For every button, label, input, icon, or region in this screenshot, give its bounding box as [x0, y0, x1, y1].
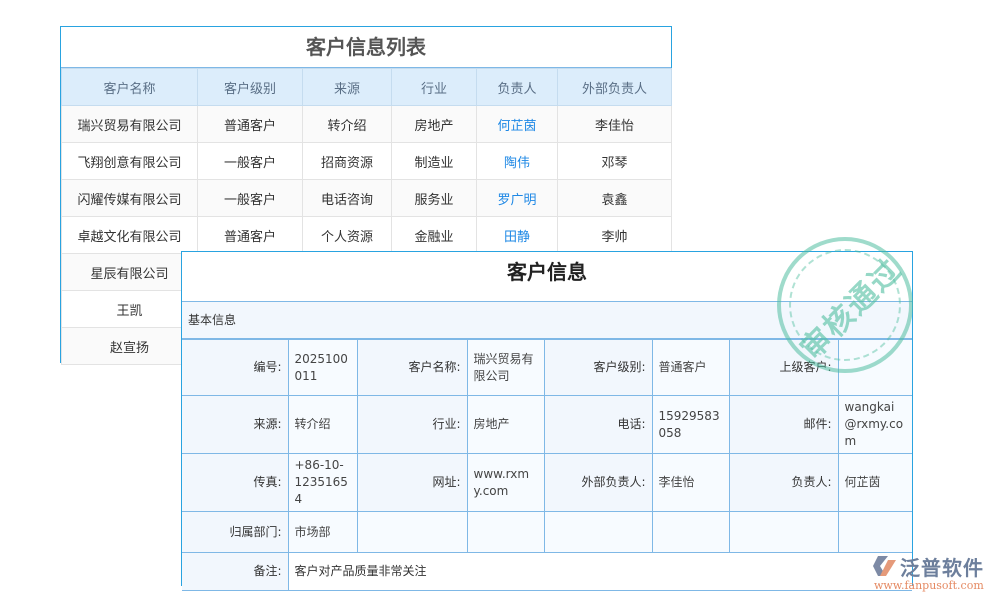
cell-external-owner: 袁鑫	[558, 180, 672, 217]
col-header-external-owner[interactable]: 外部负责人	[558, 69, 672, 106]
cell-industry: 金融业	[392, 217, 477, 254]
label-owner: 负责人:	[729, 454, 838, 512]
value-level: 普通客户	[652, 340, 729, 396]
logo-url: www.fanpusoft.com	[874, 579, 984, 592]
label-dept: 归属部门:	[182, 512, 288, 553]
cell-name: 飞翔创意有限公司	[62, 143, 198, 180]
table-row[interactable]: 瑞兴贸易有限公司普通客户转介绍房地产何芷茵李佳怡	[62, 106, 672, 143]
col-header-source[interactable]: 来源	[303, 69, 392, 106]
cell-external-owner: 李帅	[558, 217, 672, 254]
cell-industry: 制造业	[392, 143, 477, 180]
col-header-name[interactable]: 客户名称	[62, 69, 198, 106]
table-row[interactable]: 飞翔创意有限公司一般客户招商资源制造业陶伟邓琴	[62, 143, 672, 180]
col-header-level[interactable]: 客户级别	[198, 69, 303, 106]
logo-name: 泛普软件	[900, 552, 984, 581]
cell-level: 普通客户	[198, 106, 303, 143]
value-owner: 何芷茵	[838, 454, 912, 512]
cell-name: 王凯	[62, 291, 198, 328]
col-header-owner[interactable]: 负责人	[477, 69, 558, 106]
cell-name: 闪耀传媒有限公司	[62, 180, 198, 217]
label-website: 网址:	[357, 454, 467, 512]
logo-mark-icon	[872, 554, 898, 578]
cell-industry: 房地产	[392, 106, 477, 143]
value-industry: 房地产	[467, 396, 544, 454]
brand-logo: 泛普软件 www.fanpusoft.com	[870, 552, 995, 597]
cell-source: 电话咨询	[303, 180, 392, 217]
value-email: wangkai@rxmy.com	[838, 396, 912, 454]
value-source: 转介绍	[288, 396, 357, 454]
cell-owner-link[interactable]: 罗广明	[477, 180, 558, 217]
value-name: 瑞兴贸易有限公司	[467, 340, 544, 396]
label-source: 来源:	[182, 396, 288, 454]
label-industry: 行业:	[357, 396, 467, 454]
cell-source: 转介绍	[303, 106, 392, 143]
list-title: 客户信息列表	[61, 27, 671, 68]
section-basic-info: 基本信息	[182, 302, 912, 339]
label-name: 客户名称:	[357, 340, 467, 396]
cell-owner-link[interactable]: 田静	[477, 217, 558, 254]
value-dept: 市场部	[288, 512, 357, 553]
value-parent	[838, 340, 912, 396]
label-external-owner: 外部负责人:	[544, 454, 652, 512]
value-external-owner: 李佳怡	[652, 454, 729, 512]
cell-level: 普通客户	[198, 217, 303, 254]
cell-name: 赵宣扬	[62, 328, 198, 365]
customer-detail-panel: 客户信息 基本信息 编号: 2025100011 客户名称: 瑞兴贸易有限公司 …	[181, 251, 913, 586]
cell-external-owner: 李佳怡	[558, 106, 672, 143]
cell-name: 卓越文化有限公司	[62, 217, 198, 254]
value-code: 2025100011	[288, 340, 357, 396]
label-phone: 电话:	[544, 396, 652, 454]
detail-title: 客户信息	[182, 252, 912, 302]
label-level: 客户级别:	[544, 340, 652, 396]
cell-external-owner: 邓琴	[558, 143, 672, 180]
cell-name: 星辰有限公司	[62, 254, 198, 291]
cell-level: 一般客户	[198, 180, 303, 217]
cell-owner-link[interactable]: 陶伟	[477, 143, 558, 180]
value-remark: 客户对产品质量非常关注	[288, 553, 912, 591]
label-parent: 上级客户:	[729, 340, 838, 396]
value-fax: +86-10-12351654	[288, 454, 357, 512]
cell-source: 招商资源	[303, 143, 392, 180]
col-header-industry[interactable]: 行业	[392, 69, 477, 106]
cell-industry: 服务业	[392, 180, 477, 217]
cell-name: 瑞兴贸易有限公司	[62, 106, 198, 143]
value-phone: 15929583058	[652, 396, 729, 454]
value-website: www.rxmy.com	[467, 454, 544, 512]
cell-source: 个人资源	[303, 217, 392, 254]
label-remark: 备注:	[182, 553, 288, 591]
table-row[interactable]: 卓越文化有限公司普通客户个人资源金融业田静李帅	[62, 217, 672, 254]
label-code: 编号:	[182, 340, 288, 396]
label-email: 邮件:	[729, 396, 838, 454]
label-fax: 传真:	[182, 454, 288, 512]
cell-level: 一般客户	[198, 143, 303, 180]
detail-form: 编号: 2025100011 客户名称: 瑞兴贸易有限公司 客户级别: 普通客户…	[182, 339, 912, 591]
cell-owner-link[interactable]: 何芷茵	[477, 106, 558, 143]
table-header-row: 客户名称 客户级别 来源 行业 负责人 外部负责人	[62, 69, 672, 106]
table-row[interactable]: 闪耀传媒有限公司一般客户电话咨询服务业罗广明袁鑫	[62, 180, 672, 217]
